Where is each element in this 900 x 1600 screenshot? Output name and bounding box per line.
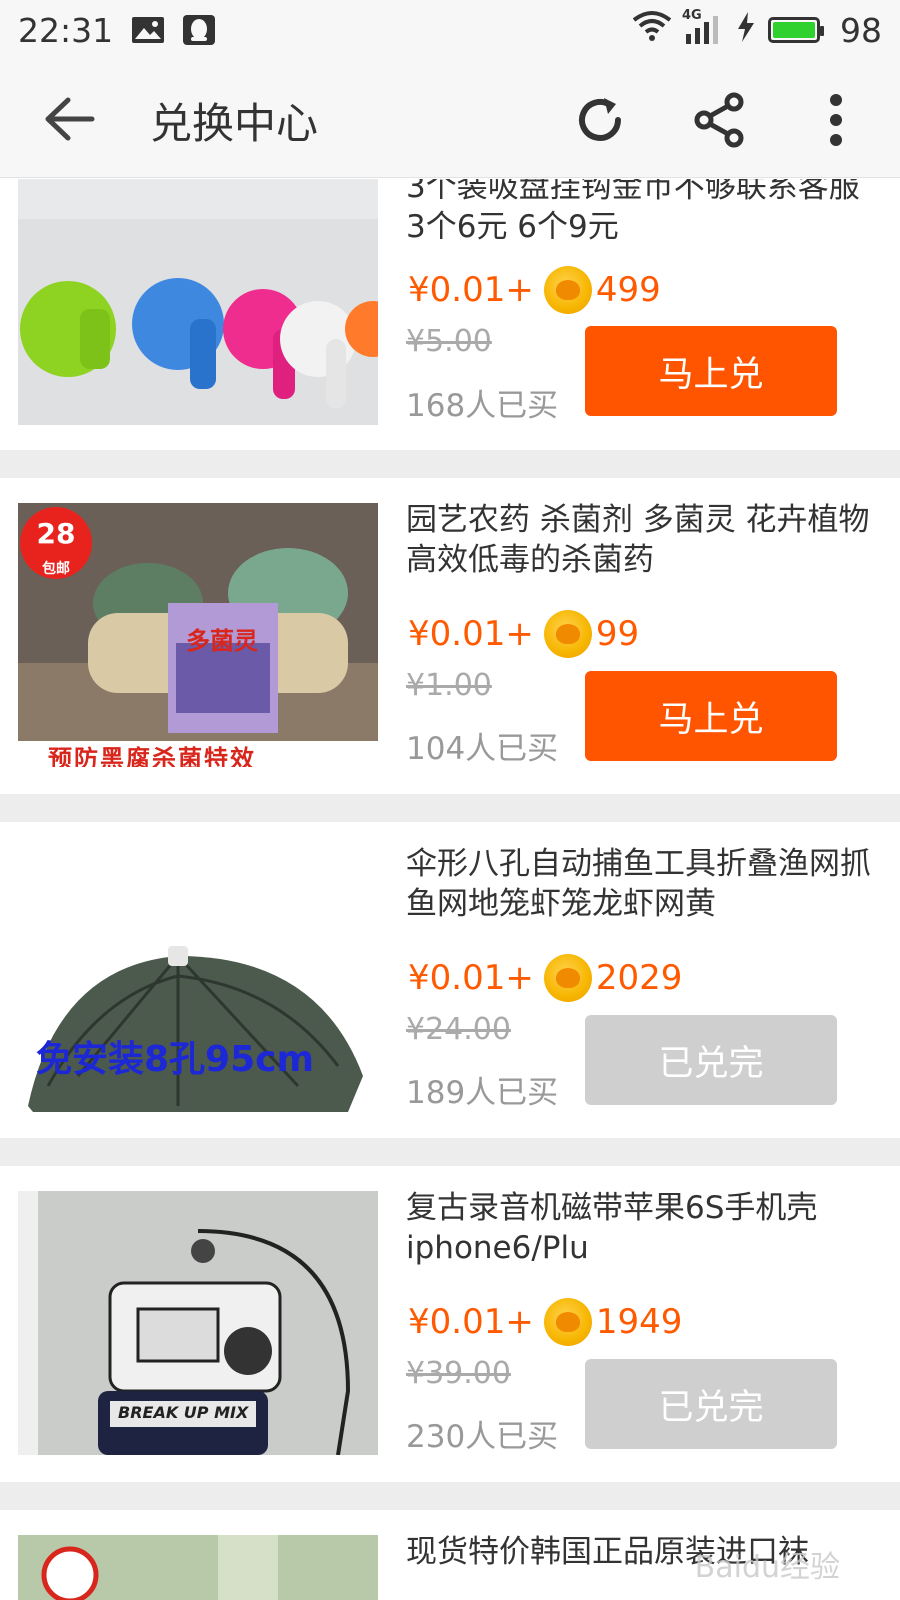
battery-level: 98	[840, 10, 882, 50]
image-price-badge: 28 包邮	[26, 519, 86, 584]
more-vertical-icon	[830, 94, 842, 146]
wifi-icon	[632, 10, 672, 50]
image-caption: 免安装8孔95cm	[36, 1039, 314, 1080]
share-button[interactable]	[690, 90, 750, 150]
price-prefix: ¥0.01+	[408, 1302, 534, 1342]
badge-number: 28	[36, 517, 76, 550]
product-list[interactable]: 3个装吸盘挂钩金币不够联系客服3个6元 6个9元 ¥0.01+ 499 ¥5.0…	[0, 179, 900, 1600]
gallery-icon	[131, 16, 165, 44]
original-price: ¥39.00	[406, 1356, 511, 1391]
product-price: ¥0.01+ 499	[408, 266, 661, 314]
back-arrow-icon	[45, 97, 95, 141]
refresh-icon	[579, 98, 621, 141]
product-name[interactable]: 3个装吸盘挂钩金币不够联系客服3个6元 6个9元	[406, 179, 876, 247]
sold-out-button[interactable]: 已兑完	[585, 1359, 837, 1449]
product-image[interactable]	[18, 179, 378, 425]
original-price: ¥24.00	[406, 1012, 511, 1047]
price-prefix: ¥0.01+	[408, 270, 534, 310]
gold-coin-icon	[543, 954, 592, 1002]
badge-text: 包邮	[42, 561, 70, 577]
product-price: ¥0.01+ 99	[408, 610, 639, 658]
signal-icon: 4G	[682, 8, 724, 46]
gold-coin-icon	[543, 610, 592, 658]
product-image[interactable]: 28 包邮 多菌灵 预防黑腐杀菌特效	[18, 503, 378, 767]
product-price: ¥0.01+ 2029	[408, 954, 682, 1002]
image-caption: 预防黑腐杀菌特效	[48, 745, 256, 767]
coin-amount: 99	[595, 614, 640, 654]
product-name[interactable]: 伞形八孔自动捕鱼工具折叠渔网抓鱼网地笼虾笼龙虾网黄	[406, 844, 876, 924]
back-button[interactable]	[44, 96, 96, 142]
gold-coin-icon	[543, 266, 592, 314]
product-price: ¥0.01+ 1949	[408, 1298, 682, 1346]
network-type: 4G	[682, 8, 702, 23]
product-image[interactable]	[18, 1535, 378, 1600]
sold-count: 168人已买	[406, 388, 559, 424]
watermark: Baidu经验	[694, 1550, 840, 1585]
coin-amount: 2029	[595, 958, 683, 998]
toolbar: 兑换中心	[0, 60, 900, 178]
gold-coin-icon	[543, 1298, 592, 1346]
page-title: 兑换中心	[150, 99, 319, 148]
qq-icon	[183, 15, 216, 45]
battery-icon	[768, 17, 824, 43]
status-time: 22:31	[18, 10, 114, 50]
more-button[interactable]	[806, 90, 866, 150]
list-item[interactable]: 3个装吸盘挂钩金币不够联系客服3个6元 6个9元 ¥0.01+ 499 ¥5.0…	[0, 179, 900, 450]
product-image[interactable]: 免安装8孔95cm	[18, 846, 378, 1112]
list-item[interactable]: 28 包邮 多菌灵 预防黑腐杀菌特效 园艺农药 杀菌剂 多菌灵 花卉植物高效低毒…	[0, 478, 900, 794]
original-price: ¥5.00	[406, 324, 492, 359]
product-image[interactable]: BREAK UP MIX	[18, 1191, 378, 1455]
status-bar: 22:31 4G 98	[0, 0, 900, 60]
price-prefix: ¥0.01+	[408, 614, 534, 654]
sold-count: 104人已买	[406, 731, 559, 767]
product-name[interactable]: 园艺农药 杀菌剂 多菌灵 花卉植物高效低毒的杀菌药	[406, 500, 876, 580]
redeem-button[interactable]: 马上兑	[585, 671, 837, 761]
image-caption: BREAK UP MIX	[118, 1403, 249, 1422]
sold-out-button[interactable]: 已兑完	[585, 1015, 837, 1105]
original-price: ¥1.00	[406, 668, 492, 703]
coin-amount: 499	[595, 270, 661, 310]
charging-icon	[736, 11, 756, 50]
redeem-button[interactable]: 马上兑	[585, 326, 837, 416]
sold-count: 189人已买	[406, 1075, 559, 1111]
image-package-label: 多菌灵	[186, 627, 258, 655]
list-item[interactable]: 免安装8孔95cm 伞形八孔自动捕鱼工具折叠渔网抓鱼网地笼虾笼龙虾网黄 ¥0.0…	[0, 822, 900, 1138]
refresh-button[interactable]	[570, 90, 630, 150]
price-prefix: ¥0.01+	[408, 958, 534, 998]
product-name[interactable]: 复古录音机磁带苹果6S手机壳iphone6/Plu	[406, 1188, 876, 1268]
coin-amount: 1949	[595, 1302, 683, 1342]
share-icon	[694, 92, 744, 148]
sold-count: 230人已买	[406, 1419, 559, 1455]
list-item[interactable]: BREAK UP MIX 复古录音机磁带苹果6S手机壳iphone6/Plu ¥…	[0, 1166, 900, 1482]
